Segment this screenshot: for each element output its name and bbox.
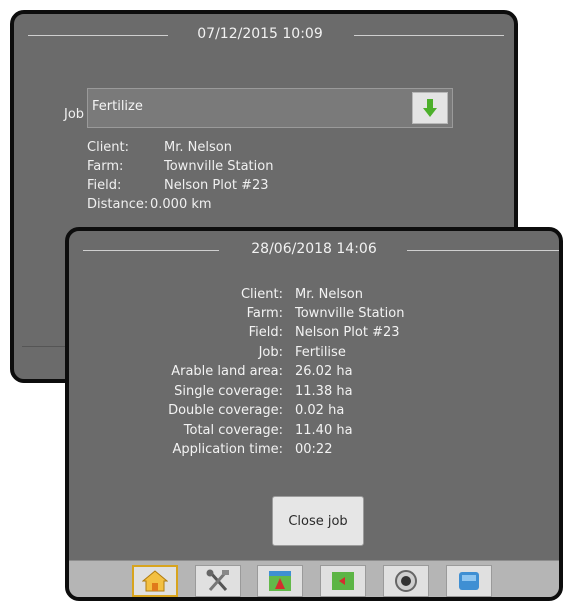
toolbar-tools-button[interactable] [195, 565, 241, 597]
job-summary-screen: 28/06/2018 14:06 Client: Mr. Nelson Farm… [65, 227, 563, 601]
back-header-datetime: 07/12/2015 10:09 [197, 26, 323, 42]
summary-value: Townville Station [295, 306, 405, 321]
data-icon [459, 572, 479, 590]
job-select-value: Fertilize [92, 99, 143, 114]
field-view-icon [332, 572, 354, 590]
header-rule-right [354, 35, 504, 36]
summary-label: Arable land area: [171, 364, 283, 379]
tools-icon [206, 569, 229, 591]
close-job-button[interactable]: Close job [272, 496, 364, 546]
summary-value: 26.02 ha [295, 364, 353, 379]
gnss-status-icon [395, 570, 417, 592]
summary-row-job: Job: Fertilise [69, 345, 559, 365]
header-rule-left [83, 250, 219, 251]
toolbar-gnss-button[interactable] [383, 565, 429, 597]
toolbar-vehicle-view-button[interactable] [257, 565, 303, 597]
info-label: Distance: [87, 197, 149, 212]
summary-label: Double coverage: [168, 403, 283, 418]
summary-value: 11.40 ha [295, 423, 353, 438]
summary-row-double-coverage: Double coverage: 0.02 ha [69, 403, 559, 423]
job-select-field[interactable]: Fertilize [87, 88, 453, 128]
info-value: Nelson Plot #23 [164, 178, 269, 193]
vehicle-view-icon [269, 571, 291, 591]
summary-row-field: Field: Nelson Plot #23 [69, 325, 559, 345]
info-value: Mr. Nelson [164, 140, 232, 155]
summary-row-client: Client: Mr. Nelson [69, 287, 559, 307]
info-label: Field: [87, 178, 122, 193]
summary-row-application-time: Application time: 00:22 [69, 442, 559, 462]
summary-label: Total coverage: [183, 423, 283, 438]
summary-row-farm: Farm: Townville Station [69, 306, 559, 326]
bottom-toolbar [69, 560, 559, 597]
toolbar-data-button[interactable] [446, 565, 492, 597]
summary-label: Single coverage: [174, 384, 283, 399]
summary-label: Application time: [172, 442, 283, 457]
summary-row-total-coverage: Total coverage: 11.40 ha [69, 423, 559, 443]
summary-header-datetime: 28/06/2018 14:06 [251, 241, 377, 257]
summary-value: Mr. Nelson [295, 287, 363, 302]
job-label: Job [64, 107, 85, 122]
info-value: 0.000 km [150, 197, 212, 212]
summary-row-arable-land-area: Arable land area: 26.02 ha [69, 364, 559, 384]
toolbar-home-button[interactable] [132, 565, 178, 597]
header-rule-left [28, 35, 168, 36]
summary-value: 0.02 ha [295, 403, 345, 418]
info-label: Farm: [87, 159, 124, 174]
summary-label: Farm: [246, 306, 283, 321]
header-rule-right [407, 250, 559, 251]
summary-value: Nelson Plot #23 [295, 325, 400, 340]
summary-label: Job: [258, 345, 283, 360]
summary-label: Field: [248, 325, 283, 340]
summary-label: Client: [240, 287, 283, 302]
info-label: Client: [87, 140, 130, 155]
green-down-arrow-icon [423, 99, 437, 117]
info-value: Townville Station [164, 159, 274, 174]
summary-value: Fertilise [295, 345, 346, 360]
summary-value: 11.38 ha [295, 384, 353, 399]
job-dropdown-button[interactable] [412, 92, 448, 124]
summary-value: 00:22 [295, 442, 333, 457]
toolbar-field-view-button[interactable] [320, 565, 366, 597]
home-icon [142, 570, 168, 592]
summary-row-single-coverage: Single coverage: 11.38 ha [69, 384, 559, 404]
